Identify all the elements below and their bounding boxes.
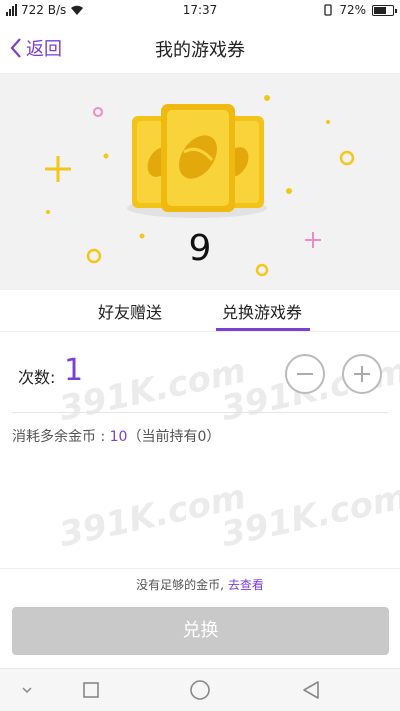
cost-text: 消耗多余金币 : 10（当前持有0） xyxy=(12,426,220,446)
sparkle-icon xyxy=(93,107,103,117)
sparkle-icon xyxy=(326,120,330,124)
quantity-value: 1 xyxy=(64,353,84,388)
chevron-down-icon[interactable] xyxy=(14,677,40,703)
sparkle-icon xyxy=(264,95,270,101)
sparkle-icon xyxy=(103,153,109,159)
view-coins-link[interactable]: 去查看 xyxy=(228,578,264,592)
watermark: 391K.com xyxy=(55,476,250,556)
tab-friend-gift[interactable]: 好友赠送 xyxy=(98,299,162,323)
decrease-button[interactable] xyxy=(285,354,325,394)
ticket-front xyxy=(161,104,235,212)
cost-prefix: 消耗多余金币 : xyxy=(12,429,110,445)
exchange-button[interactable]: 兑换 xyxy=(12,607,389,655)
tab-exchange-ticket[interactable]: 兑换游戏券 xyxy=(222,299,302,323)
home-icon[interactable] xyxy=(187,677,213,703)
quantity-row: 次数: 1 xyxy=(0,340,400,406)
tab-active-indicator xyxy=(216,328,310,331)
vibrate-icon xyxy=(324,4,332,16)
sparkle-icon xyxy=(339,150,355,166)
status-right: 72% xyxy=(323,3,397,17)
hint-text: 没有足够的金币, xyxy=(136,578,224,592)
recent-apps-icon[interactable] xyxy=(78,677,104,703)
tab-bar: 好友赠送 兑换游戏券 xyxy=(0,290,400,332)
sparkle-icon xyxy=(46,210,50,214)
page-title: 我的游戏券 xyxy=(155,40,245,61)
sparkle-icon xyxy=(45,156,71,182)
system-nav-bar xyxy=(0,668,400,711)
battery-percent: 72% xyxy=(339,3,366,17)
divider xyxy=(12,412,388,413)
sparkle-icon xyxy=(286,188,292,194)
quantity-label: 次数: xyxy=(18,368,56,387)
divider xyxy=(0,568,400,569)
cost-amount: 10 xyxy=(109,429,128,445)
increase-button[interactable] xyxy=(342,354,382,394)
battery-icon xyxy=(372,4,397,16)
nav-bar: 返回 我的游戏券 xyxy=(0,22,400,74)
ticket-hero: 9 xyxy=(0,74,400,290)
battery-fill xyxy=(374,6,387,14)
watermark: 391K.com xyxy=(217,476,400,556)
back-triangle-icon[interactable] xyxy=(298,677,324,703)
status-bar: 722 B/s 17:37 72% xyxy=(0,0,400,22)
cost-suffix: （当前持有0） xyxy=(127,429,221,445)
ticket-count: 9 xyxy=(188,228,212,269)
coin-hint: 没有足够的金币, 去查看 xyxy=(0,576,400,593)
